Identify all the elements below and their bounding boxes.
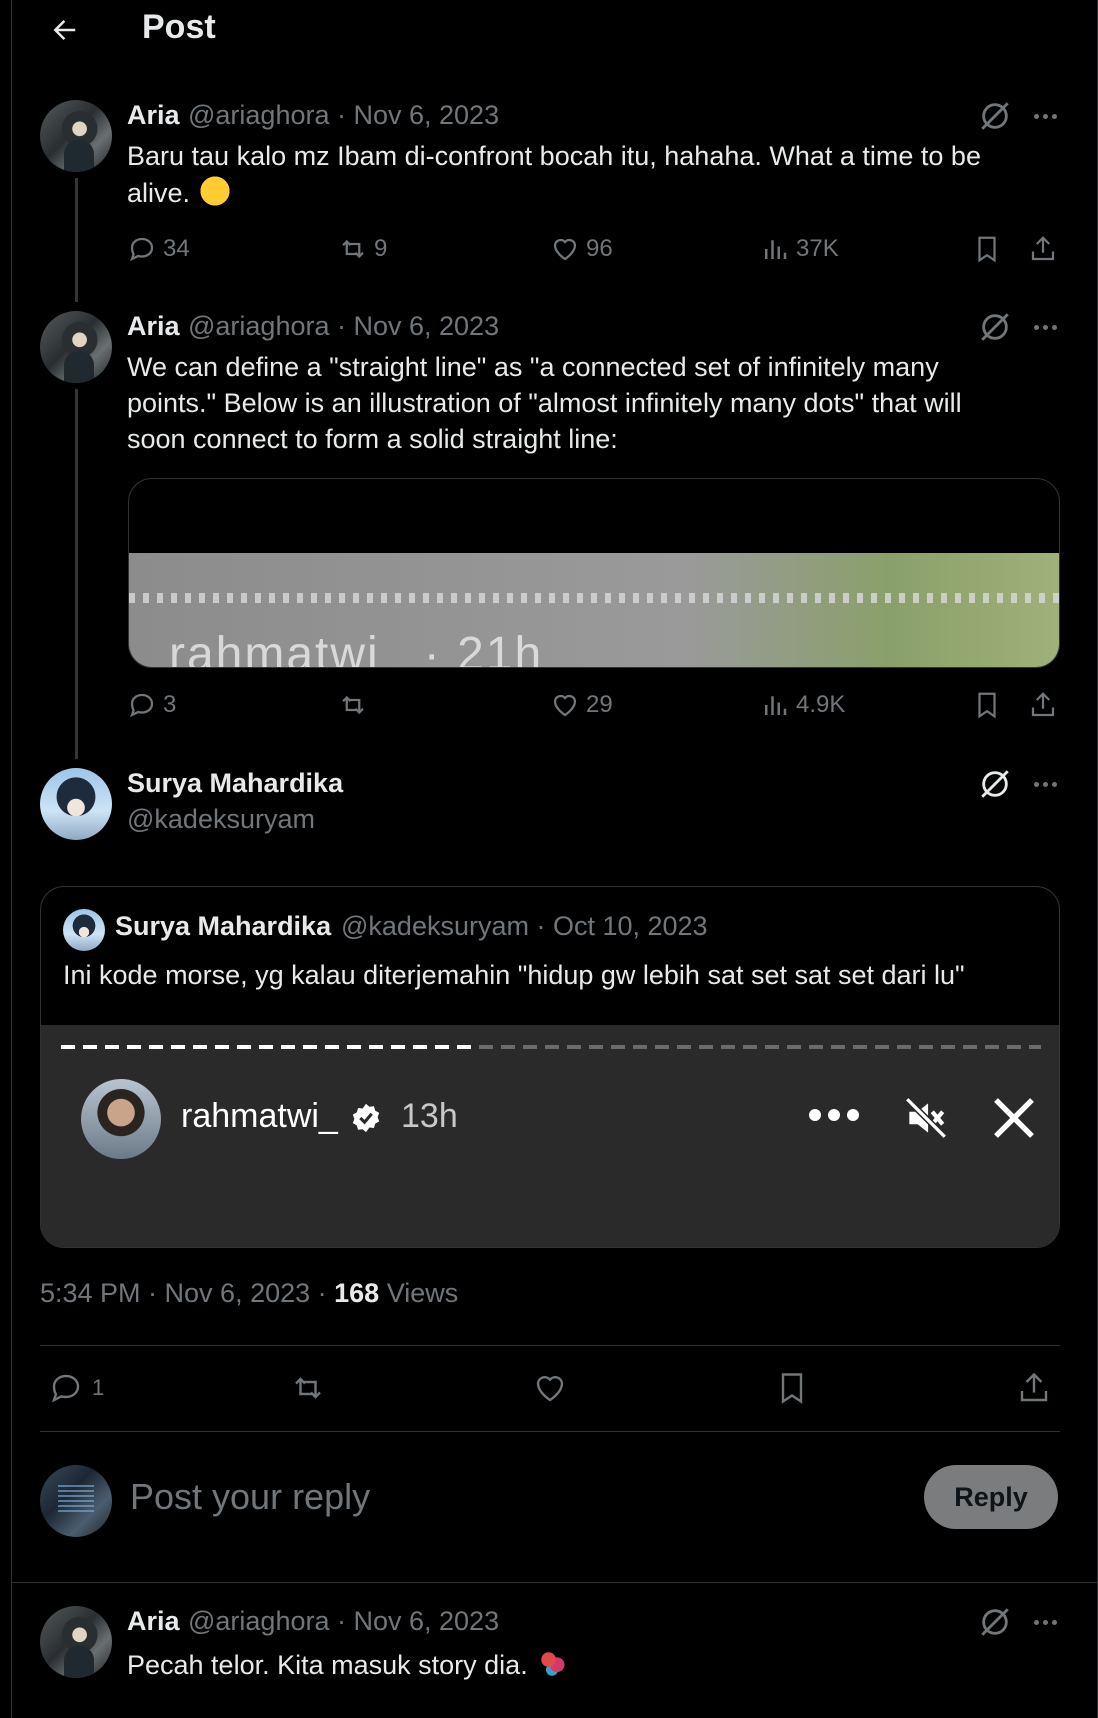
header: Post — [12, 0, 1098, 62]
more-icon[interactable] — [1028, 99, 1062, 133]
author-handle[interactable]: @kadeksuryam — [127, 804, 315, 835]
close-icon[interactable] — [987, 1091, 1041, 1145]
story-progress-fill — [61, 1045, 473, 1049]
reply-button[interactable]: 34 — [127, 234, 190, 264]
views-button[interactable]: 4.9K — [760, 690, 845, 720]
reply-submit-button[interactable]: Reply — [924, 1465, 1058, 1529]
bookmark-icon[interactable] — [972, 690, 1002, 720]
video-username: rahmatwi_ — [181, 1097, 338, 1135]
share-icon[interactable] — [1028, 234, 1058, 264]
analytics-icon — [765, 696, 787, 715]
grok-icon[interactable] — [978, 310, 1012, 344]
thread-line — [75, 178, 78, 302]
avatar[interactable] — [40, 311, 112, 383]
quote-author-meta: @kadeksuryam · Oct 10, 2023 — [341, 911, 708, 941]
mute-icon[interactable] — [901, 1093, 951, 1143]
quoted-post[interactable]: Surya Mahardika @kadeksuryam · Oct 10, 2… — [40, 886, 1060, 1248]
like-button[interactable]: 96 — [550, 234, 613, 264]
quote-author-name: Surya Mahardika — [115, 911, 332, 941]
heart-icon — [536, 1376, 564, 1402]
avatar[interactable] — [40, 768, 112, 840]
avatar — [63, 909, 105, 951]
repost-icon — [342, 239, 364, 259]
more-icon[interactable] — [1028, 1605, 1062, 1639]
video-player[interactable]: rahmatwi_ 13h — [41, 1025, 1059, 1247]
more-icon[interactable] — [1028, 310, 1062, 344]
views-button[interactable]: 37K — [760, 234, 839, 264]
video-time: 13h — [401, 1097, 458, 1135]
reply-icon — [51, 1374, 80, 1403]
post-timestamp: 5:34 PM · Nov 6, 2023 · 168 Views — [40, 1278, 459, 1308]
like-button[interactable]: 29 — [550, 690, 613, 720]
heart-icon — [553, 694, 577, 717]
repost-icon — [342, 695, 364, 715]
reply-icon — [130, 693, 154, 718]
author-meta[interactable]: @ariaghora · Nov 6, 2023 — [188, 311, 499, 342]
repost-button[interactable]: 9 — [338, 234, 387, 264]
author-name[interactable]: Aria — [127, 100, 180, 131]
author-name[interactable]: Aria — [127, 1606, 180, 1637]
story-progress-bar — [61, 1045, 1041, 1049]
rolling-on-floor-laughing-emoji — [197, 174, 232, 208]
tweet-text: Pecah telor. Kita masuk story dia. — [127, 1646, 1047, 1683]
divider — [12, 1582, 1098, 1583]
post-page: Post Aria @ariaghora · Nov 6, 2023 Baru … — [0, 0, 1098, 1718]
grok-icon[interactable] — [978, 99, 1012, 133]
repost-button[interactable] — [338, 690, 374, 720]
back-arrow-icon[interactable] — [44, 10, 84, 50]
media-caption: rahmatwi_ · 21h — [169, 628, 544, 668]
thread-line — [75, 389, 78, 759]
like-button[interactable] — [532, 1370, 568, 1406]
divider — [40, 1431, 1060, 1432]
analytics-icon — [765, 240, 787, 259]
reply-button[interactable]: 1 — [48, 1370, 104, 1406]
grok-icon[interactable] — [978, 767, 1012, 801]
views-count: 168 — [334, 1278, 380, 1308]
bookmark-icon — [781, 1373, 803, 1404]
heart-icon — [553, 238, 577, 261]
divider — [40, 1345, 1060, 1346]
share-icon — [1020, 1372, 1048, 1402]
reply-input[interactable]: Post your reply — [130, 1476, 370, 1518]
repost-icon — [295, 1377, 321, 1399]
verified-badge-icon — [352, 1103, 380, 1133]
more-icon[interactable] — [1028, 767, 1062, 801]
quote-text: Ini kode morse, yg kalau diterjemahin "h… — [63, 960, 965, 990]
author-name[interactable]: Aria — [127, 311, 180, 342]
grok-icon[interactable] — [978, 1605, 1012, 1639]
reply-icon — [130, 237, 154, 262]
author-name[interactable]: Surya Mahardika — [127, 768, 343, 799]
avatar[interactable] — [40, 1465, 112, 1537]
party-popper-emoji — [535, 1646, 570, 1680]
repost-button[interactable] — [290, 1370, 326, 1406]
tweet-text: Baru tau kalo mz Ibam di-confront bocah … — [127, 141, 981, 208]
avatar — [81, 1079, 161, 1159]
tweet-media[interactable]: rahmatwi_ · 21h — [128, 478, 1060, 668]
tweet-text: We can define a "straight line" as "a co… — [127, 352, 962, 454]
reply-button[interactable]: 3 — [127, 690, 176, 720]
page-title: Post — [142, 8, 216, 46]
avatar[interactable] — [40, 100, 112, 172]
share-icon[interactable] — [1028, 690, 1058, 720]
video-more-icon[interactable] — [809, 1109, 859, 1121]
author-meta[interactable]: @ariaghora · Nov 6, 2023 — [188, 100, 499, 131]
avatar[interactable] — [40, 1606, 112, 1678]
bookmark-icon[interactable] — [972, 234, 1002, 264]
share-button[interactable] — [1016, 1370, 1052, 1406]
author-meta[interactable]: @ariaghora · Nov 6, 2023 — [188, 1606, 499, 1637]
bookmark-button[interactable] — [774, 1370, 810, 1406]
left-border — [11, 0, 12, 1718]
dotted-line — [129, 593, 1059, 603]
